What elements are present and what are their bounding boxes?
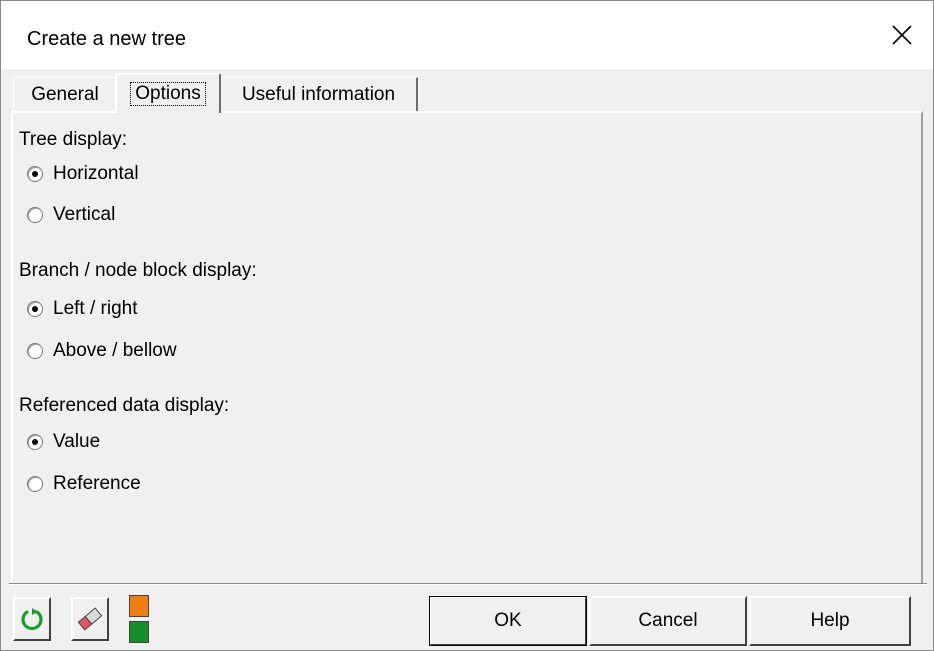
- radio-value[interactable]: Value: [27, 431, 100, 453]
- radio-button-selected: [27, 434, 43, 450]
- radio-button: [27, 343, 43, 359]
- dialog-title: Create a new tree: [27, 28, 186, 50]
- help-button-label: Help: [810, 610, 850, 631]
- ok-button[interactable]: OK: [429, 596, 587, 646]
- eraser-icon: [77, 607, 103, 631]
- close-icon: [892, 25, 912, 45]
- tab-general[interactable]: General: [13, 77, 117, 111]
- radio-value-label: Value: [53, 431, 101, 452]
- footer-separator: [9, 583, 927, 585]
- branch-node-display-label: Branch / node block display:: [19, 260, 257, 281]
- radio-button-selected: [27, 166, 43, 182]
- cancel-button[interactable]: Cancel: [589, 596, 747, 646]
- title-bar: Create a new tree: [1, 1, 933, 69]
- radio-vertical[interactable]: Vertical: [27, 204, 115, 226]
- refresh-icon: [21, 608, 43, 631]
- radio-button-selected: [27, 301, 43, 317]
- refresh-button[interactable]: [13, 597, 51, 641]
- referenced-data-display-label: Referenced data display:: [19, 395, 230, 416]
- green-swatch: [129, 621, 149, 643]
- tab-useful-information[interactable]: Useful information: [220, 77, 418, 111]
- radio-button: [27, 476, 43, 492]
- radio-left-right-label: Left / right: [53, 298, 138, 319]
- radio-reference[interactable]: Reference: [27, 473, 141, 495]
- radio-horizontal[interactable]: Horizontal: [27, 163, 139, 185]
- tab-useful-information-label: Useful information: [241, 83, 396, 105]
- create-tree-dialog: Create a new tree General Options Useful…: [0, 0, 934, 651]
- tab-general-label: General: [31, 83, 99, 105]
- eraser-button[interactable]: [71, 597, 109, 641]
- color-swatch[interactable]: [129, 595, 153, 645]
- tab-strip: General Options Useful information: [1, 71, 933, 113]
- radio-reference-label: Reference: [53, 473, 141, 494]
- ok-button-label: OK: [494, 610, 522, 631]
- tab-options-label: Options: [130, 82, 206, 106]
- radio-horizontal-label: Horizontal: [53, 163, 139, 184]
- radio-left-right[interactable]: Left / right: [27, 298, 138, 320]
- help-button[interactable]: Help: [749, 596, 911, 646]
- cancel-button-label: Cancel: [638, 610, 698, 631]
- radio-above-below-label: Above / bellow: [53, 340, 177, 361]
- tree-display-label: Tree display:: [19, 129, 128, 150]
- close-button[interactable]: [871, 1, 933, 69]
- radio-button: [27, 207, 43, 223]
- tab-options[interactable]: Options: [115, 73, 221, 113]
- radio-above-below[interactable]: Above / bellow: [27, 340, 177, 362]
- orange-swatch: [129, 595, 149, 617]
- radio-vertical-label: Vertical: [53, 204, 116, 225]
